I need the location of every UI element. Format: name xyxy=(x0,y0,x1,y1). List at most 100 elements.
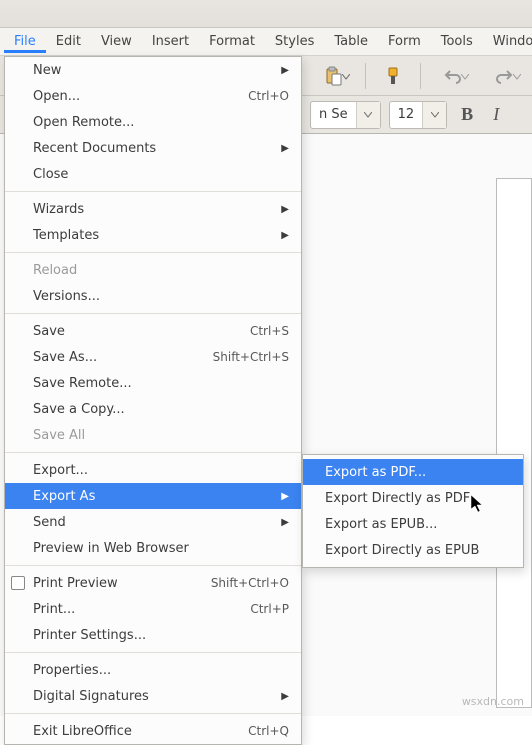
chevron-down-icon xyxy=(431,112,439,118)
menu-table[interactable]: Table xyxy=(324,30,378,53)
submenu-item-label: Export Directly as EPUB xyxy=(325,543,479,558)
menu-item-label: Open Remote... xyxy=(33,115,289,130)
chevron-down-icon xyxy=(513,74,521,80)
menu-separator xyxy=(5,252,301,253)
submenu-arrow-icon: ▶ xyxy=(277,65,289,76)
menu-separator xyxy=(5,713,301,714)
menu-item-export-as[interactable]: Export As▶ xyxy=(5,483,301,509)
submenu-item-label: Export as EPUB... xyxy=(325,517,437,532)
menu-item-print-preview[interactable]: Print PreviewShift+Ctrl+O xyxy=(5,570,301,596)
menu-item-shortcut: Ctrl+Q xyxy=(248,724,289,738)
menu-format[interactable]: Format xyxy=(199,30,265,53)
menu-item-wizards[interactable]: Wizards▶ xyxy=(5,196,301,222)
font-name-combo[interactable]: n Se xyxy=(310,101,381,129)
italic-button[interactable]: I xyxy=(487,104,505,125)
submenu-item-export-as-pdf[interactable]: Export as PDF... xyxy=(303,459,523,485)
paste-icon xyxy=(323,66,343,86)
menu-view[interactable]: View xyxy=(91,30,142,53)
menu-item-label: Recent Documents xyxy=(33,141,277,156)
submenu-arrow-icon: ▶ xyxy=(277,517,289,528)
menubar: File Edit View Insert Format Styles Tabl… xyxy=(0,28,532,56)
menu-insert[interactable]: Insert xyxy=(142,30,199,53)
menu-item-printer-settings[interactable]: Printer Settings... xyxy=(5,622,301,648)
undo-button[interactable] xyxy=(431,61,475,91)
font-size-combo[interactable]: 12 xyxy=(389,101,448,129)
menu-item-open-remote[interactable]: Open Remote... xyxy=(5,109,301,135)
menu-item-shortcut: Ctrl+S xyxy=(250,324,289,338)
submenu-item-export-as-epub[interactable]: Export as EPUB... xyxy=(303,511,523,537)
menu-item-label: Save As... xyxy=(33,350,213,365)
menu-item-preview-in-web-browser[interactable]: Preview in Web Browser xyxy=(5,535,301,561)
menu-item-label: Exit LibreOffice xyxy=(33,724,248,739)
export-as-submenu: Export as PDF... Export Directly as PDF Ex… xyxy=(302,454,524,568)
submenu-item-export-directly-as-epub[interactable]: Export Directly as EPUB xyxy=(303,537,523,563)
menu-item-save-remote[interactable]: Save Remote... xyxy=(5,370,301,396)
menu-item-save[interactable]: SaveCtrl+S xyxy=(5,318,301,344)
menu-separator xyxy=(5,652,301,653)
menu-item-label: Properties... xyxy=(33,663,289,678)
menu-item-exit-libreoffice[interactable]: Exit LibreOfficeCtrl+Q xyxy=(5,718,301,744)
menu-item-export[interactable]: Export... xyxy=(5,457,301,483)
menu-item-versions[interactable]: Versions... xyxy=(5,283,301,309)
menu-item-label: Preview in Web Browser xyxy=(33,541,289,556)
menu-item-label: Versions... xyxy=(33,289,289,304)
menu-separator xyxy=(5,452,301,453)
redo-button[interactable] xyxy=(482,61,526,91)
submenu-arrow-icon: ▶ xyxy=(277,204,289,215)
font-name-value: n Se xyxy=(311,107,356,122)
menu-item-label: Wizards xyxy=(33,202,277,217)
menu-item-label: Send xyxy=(33,515,277,530)
font-size-dropdown[interactable] xyxy=(422,102,446,128)
menu-separator xyxy=(5,191,301,192)
format-paintbrush-button[interactable] xyxy=(376,61,410,91)
submenu-arrow-icon: ▶ xyxy=(277,143,289,154)
menu-item-close[interactable]: Close xyxy=(5,161,301,187)
menu-item-save-all: Save All xyxy=(5,422,301,448)
menu-item-label: Printer Settings... xyxy=(33,628,289,643)
menu-item-recent-documents[interactable]: Recent Documents▶ xyxy=(5,135,301,161)
menu-item-save-a-copy[interactable]: Save a Copy... xyxy=(5,396,301,422)
submenu-item-label: Export as PDF... xyxy=(325,465,426,480)
menu-item-label: Export As xyxy=(33,489,277,504)
menu-window[interactable]: Window xyxy=(483,30,532,53)
menu-item-label: Export... xyxy=(33,463,289,478)
menu-item-open[interactable]: Open...Ctrl+O xyxy=(5,83,301,109)
menu-item-shortcut: Ctrl+O xyxy=(248,89,289,103)
menu-item-digital-signatures[interactable]: Digital Signatures▶ xyxy=(5,683,301,709)
menu-item-print[interactable]: Print...Ctrl+P xyxy=(5,596,301,622)
menu-item-send[interactable]: Send▶ xyxy=(5,509,301,535)
toolbar-separator xyxy=(420,63,421,89)
submenu-item-label: Export Directly as PDF xyxy=(325,491,470,506)
menu-item-save-as[interactable]: Save As...Shift+Ctrl+S xyxy=(5,344,301,370)
font-name-dropdown[interactable] xyxy=(356,102,380,128)
redo-icon xyxy=(495,68,513,84)
menu-tools[interactable]: Tools xyxy=(431,30,483,53)
menu-item-label: Save xyxy=(33,324,250,339)
paste-button[interactable] xyxy=(311,61,355,91)
menu-item-label: Save a Copy... xyxy=(33,402,289,417)
paintbrush-icon xyxy=(383,66,403,86)
chevron-down-icon xyxy=(461,74,469,80)
menu-item-properties[interactable]: Properties... xyxy=(5,657,301,683)
menu-file[interactable]: File xyxy=(4,30,46,53)
menu-item-label: Digital Signatures xyxy=(33,689,277,704)
menu-item-label: Save Remote... xyxy=(33,376,289,391)
bold-button[interactable]: B xyxy=(455,104,479,125)
menu-item-shortcut: Shift+Ctrl+O xyxy=(211,576,289,590)
menu-item-new[interactable]: New▶ xyxy=(5,57,301,83)
menu-item-label: Reload xyxy=(33,263,289,278)
submenu-item-export-directly-as-pdf[interactable]: Export Directly as PDF xyxy=(303,485,523,511)
menu-form[interactable]: Form xyxy=(378,30,431,53)
menu-edit[interactable]: Edit xyxy=(46,30,91,53)
menu-item-reload: Reload xyxy=(5,257,301,283)
watermark-text: wsxdn.com xyxy=(462,695,524,708)
undo-icon xyxy=(444,68,462,84)
submenu-arrow-icon: ▶ xyxy=(277,691,289,702)
font-size-value: 12 xyxy=(390,107,423,122)
menu-item-label: Save All xyxy=(33,428,289,443)
menu-item-templates[interactable]: Templates▶ xyxy=(5,222,301,248)
checkbox-icon xyxy=(11,576,25,590)
menu-separator xyxy=(5,313,301,314)
menu-styles[interactable]: Styles xyxy=(265,30,324,53)
menu-item-label: Print Preview xyxy=(33,576,211,591)
